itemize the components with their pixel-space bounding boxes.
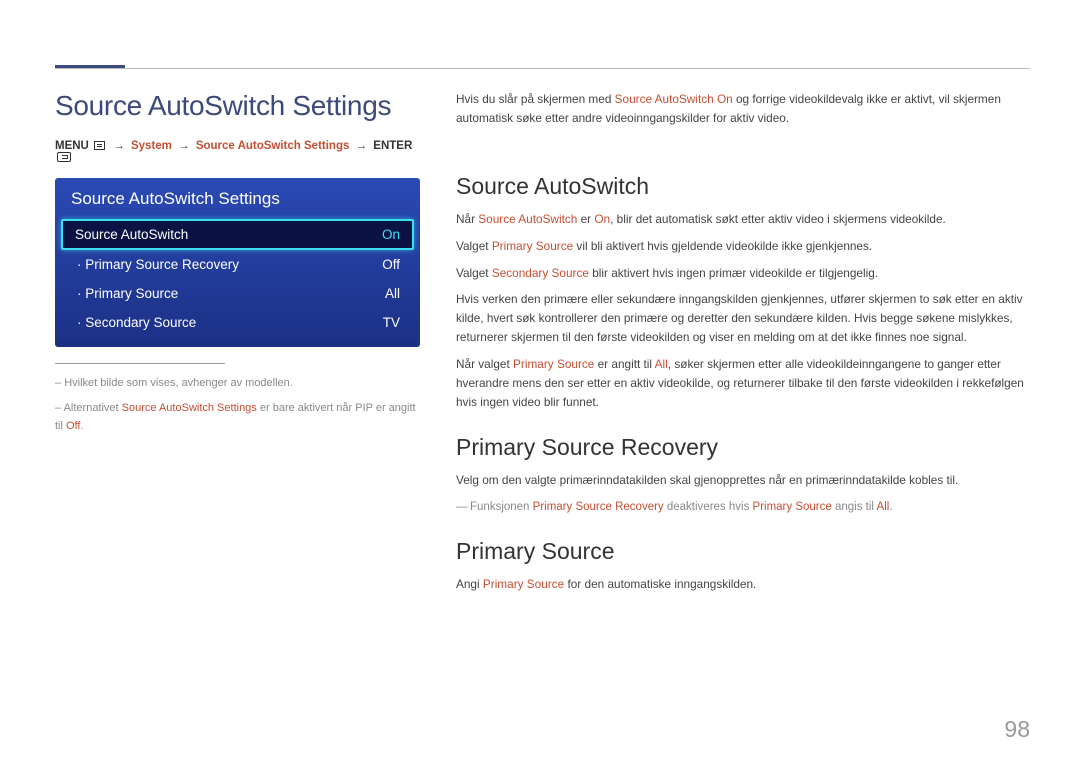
sec1-p3: Valget Secondary Source blir aktivert hv… [456, 264, 1030, 283]
sec1-p5: Når valget Primary Source er angitt til … [456, 355, 1030, 412]
text: Hvis du slår på skjermen med [456, 92, 615, 106]
text: deaktiveres hvis [664, 501, 753, 513]
breadcrumb-menu: MENU [55, 140, 89, 152]
osd-label: Primary Source [77, 286, 178, 301]
osd-header: Source AutoSwitch Settings [55, 178, 420, 219]
text: Angi [456, 577, 483, 591]
sec2-p1: Velg om den valgte primærinndatakilden s… [456, 471, 1030, 490]
breadcrumb-enter: ENTER [373, 140, 412, 152]
page-number: 98 [1004, 716, 1030, 743]
text-hl: Source AutoSwitch [478, 212, 577, 226]
breadcrumb-sas: Source AutoSwitch Settings [196, 140, 350, 152]
text: . [889, 501, 892, 513]
section-heading-recovery: Primary Source Recovery [456, 434, 1030, 461]
osd-row-primary-source[interactable]: Primary Source All [55, 279, 420, 308]
sec2-note: Funksjonen Primary Source Recovery deakt… [456, 498, 1030, 516]
intro-paragraph: Hvis du slår på skjermen med Source Auto… [456, 90, 1030, 128]
text: angis til [832, 501, 877, 513]
text: Alternativet [64, 402, 122, 414]
osd-label: Source AutoSwitch [75, 227, 188, 242]
arrow-icon: → [110, 140, 128, 152]
osd-row-secondary-source[interactable]: Secondary Source TV [55, 308, 420, 337]
text: blir aktivert hvis ingen primær videokil… [589, 266, 878, 280]
arrow-icon: → [353, 140, 371, 152]
left-column: Source AutoSwitch Settings MENU → System… [55, 90, 420, 733]
header-rule [55, 68, 1030, 69]
breadcrumb: MENU → System → Source AutoSwitch Settin… [55, 140, 420, 164]
text: Valget [456, 239, 492, 253]
breadcrumb-system: System [131, 140, 172, 152]
text: Når [456, 212, 478, 226]
right-column: Hvis du slår på skjermen med Source Auto… [456, 90, 1030, 733]
text-hl: Secondary Source [492, 266, 589, 280]
text-hl: Off [66, 420, 80, 432]
text-hl: On [594, 212, 610, 226]
enter-icon [57, 152, 71, 162]
osd-label: Primary Source Recovery [77, 257, 239, 272]
sec1-p1: Når Source AutoSwitch er On, blir det au… [456, 210, 1030, 229]
text-hl: Primary Source [492, 239, 573, 253]
text-hl: Primary Source [483, 577, 564, 591]
osd-panel: Source AutoSwitch Settings Source AutoSw… [55, 178, 420, 347]
text: , blir det automatisk søkt etter aktiv v… [610, 212, 946, 226]
osd-label: Secondary Source [77, 315, 196, 330]
osd-value: Off [382, 257, 400, 272]
text-hl: Source AutoSwitch On [615, 92, 733, 106]
text: . [80, 420, 83, 432]
sec1-p2: Valget Primary Source vil bli aktivert h… [456, 237, 1030, 256]
footnote-2: Alternativet Source AutoSwitch Settings … [55, 399, 420, 436]
page-title: Source AutoSwitch Settings [55, 90, 420, 122]
text: er [577, 212, 594, 226]
sec3-p1: Angi Primary Source for den automatiske … [456, 575, 1030, 594]
text: Funksjonen [470, 501, 533, 513]
text: Når valget [456, 357, 513, 371]
text-hl: Source AutoSwitch Settings [122, 402, 257, 414]
section-heading-autoswitch: Source AutoSwitch [456, 173, 1030, 200]
text: vil bli aktivert hvis gjeldende videokil… [573, 239, 872, 253]
arrow-icon: → [175, 140, 193, 152]
sec1-p4: Hvis verken den primære eller sekundære … [456, 290, 1030, 347]
text-hl: All [655, 357, 668, 371]
osd-row-source-autoswitch[interactable]: Source AutoSwitch On [61, 219, 414, 250]
footnote-1: Hvilket bilde som vises, avhenger av mod… [55, 374, 420, 393]
osd-value: TV [383, 315, 400, 330]
page-content: Source AutoSwitch Settings MENU → System… [55, 90, 1030, 733]
text-hl: All [877, 501, 890, 513]
menu-icon [94, 141, 105, 150]
osd-row-primary-recovery[interactable]: Primary Source Recovery Off [55, 250, 420, 279]
section-heading-primary: Primary Source [456, 538, 1030, 565]
text: er angitt til [594, 357, 654, 371]
osd-value: All [385, 286, 400, 301]
osd-value: On [382, 227, 400, 242]
footnote-rule [55, 363, 225, 364]
text: for den automatiske inngangskilden. [564, 577, 756, 591]
text-hl: Primary Source [513, 357, 594, 371]
text-hl: Primary Source Recovery [533, 501, 664, 513]
text-hl: Primary Source [753, 501, 832, 513]
text: Valget [456, 266, 492, 280]
